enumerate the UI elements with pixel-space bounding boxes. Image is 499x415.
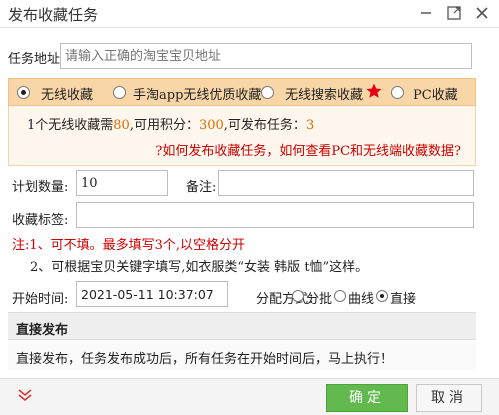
minimize-icon [421, 12, 431, 14]
points-value: 300 [198, 118, 224, 133]
radio-wireless-collect[interactable] [17, 86, 30, 99]
tags-note-2: 2、可根据宝贝关键字填写,如衣服类“女装 韩版 t恤”这样。 [30, 260, 369, 275]
remark-input[interactable] [218, 170, 474, 196]
option-label-search-collect: 无线搜索收藏 [285, 88, 364, 103]
task-address-input[interactable] [60, 43, 472, 69]
tags-note-1: 注:1、可不填。最多填写3个,以空格分开 [12, 238, 246, 253]
task-address-label: 任务地址: [8, 52, 65, 67]
points-summary: 1个无线收藏需80,可用积分：300,可发布任务：3 [27, 118, 315, 133]
collect-type-bar: 无线收藏 手淘app无线优质收藏 无线搜索收藏 PC收藏 [8, 78, 476, 106]
dialog-footer: 确定 取消 [0, 378, 499, 415]
direct-publish-description: 直接发布，任务发布成功后，所有任务在开始时间后，马上执行！ [16, 352, 394, 367]
option-label-pc-collect: PC收藏 [413, 88, 458, 103]
maximize-button[interactable] [446, 5, 462, 21]
info-panel: 1个无线收藏需80,可用积分：300,可发布任务：3 ?如何发布收藏任务，如何查… [8, 106, 476, 166]
plan-quantity-label: 计划数量: [12, 180, 69, 195]
cost-value: 80 [113, 118, 130, 133]
section-title: 直接发布 [16, 323, 69, 338]
option-label-wireless-collect: 无线收藏 [41, 88, 94, 103]
radio-curve[interactable] [334, 290, 346, 302]
radio-pc-collect[interactable] [391, 86, 404, 99]
dialog-title: 发布收藏任务 [8, 6, 99, 24]
radio-search-collect[interactable] [261, 86, 274, 99]
collect-tags-label: 收藏标签: [12, 213, 69, 228]
direct-label: 直接 [390, 292, 417, 307]
plan-quantity-input[interactable] [76, 170, 168, 196]
batch-label: 分批 [306, 292, 333, 307]
title-bar: 发布收藏任务 [0, 0, 499, 28]
minimize-button[interactable] [418, 5, 434, 21]
help-link[interactable]: ?如何发布收藏任务，如何查看PC和无线端收藏数据? [155, 140, 461, 159]
close-button[interactable] [474, 5, 490, 21]
tasks-value: 3 [305, 118, 315, 133]
double-chevron-down-icon [18, 389, 32, 402]
cancel-button[interactable]: 取消 [416, 384, 482, 412]
ok-button[interactable]: 确定 [326, 384, 408, 412]
direct-publish-heading: 直接发布 [8, 312, 476, 340]
direct-publish-body: 直接发布，任务发布成功后，所有任务在开始时间后，马上执行！ [8, 340, 476, 370]
collect-tags-input[interactable] [76, 202, 474, 228]
option-label-app-quality-collect: 手淘app无线优质收藏 [133, 88, 262, 103]
close-icon [476, 7, 488, 19]
start-time-input[interactable] [76, 281, 228, 307]
maximize-icon [447, 6, 461, 20]
expand-button[interactable] [16, 387, 34, 407]
remark-label: 备注: [186, 180, 217, 195]
star-icon [366, 83, 382, 98]
radio-direct[interactable] [376, 290, 388, 302]
start-time-label: 开始时间: [12, 292, 69, 307]
curve-label: 曲线 [348, 292, 375, 307]
radio-app-quality-collect[interactable] [113, 86, 126, 99]
radio-batch[interactable] [292, 290, 304, 302]
